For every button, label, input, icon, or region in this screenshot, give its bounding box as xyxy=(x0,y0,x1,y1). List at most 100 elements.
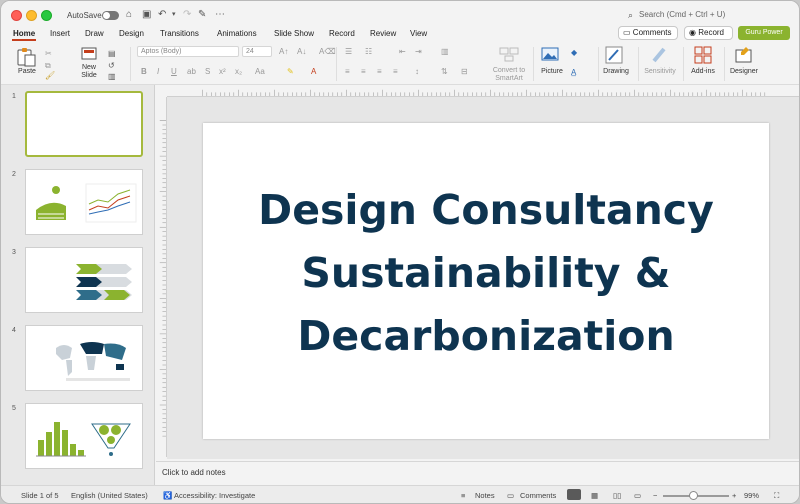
strikethrough-icon[interactable]: ab xyxy=(187,67,196,76)
tab-transitions[interactable]: Transitions xyxy=(160,29,199,38)
tab-insert[interactable]: Insert xyxy=(50,29,70,38)
tab-design[interactable]: Design xyxy=(119,29,144,38)
drawing-icon[interactable] xyxy=(605,46,623,64)
thumbnail-3-preview xyxy=(76,264,132,300)
comments-status-button[interactable]: Comments xyxy=(520,491,556,500)
vertical-ruler xyxy=(158,97,167,457)
sensitivity-icon[interactable] xyxy=(651,46,667,64)
zoom-window-button[interactable] xyxy=(41,10,52,21)
thumbnail-slide-2[interactable] xyxy=(25,169,143,235)
tab-review[interactable]: Review xyxy=(370,29,396,38)
record-button[interactable]: ◉ Record xyxy=(684,26,733,40)
reset-icon[interactable]: ↺ xyxy=(108,61,115,70)
normal-view-icon[interactable] xyxy=(567,489,581,500)
change-case-icon[interactable]: Aa xyxy=(255,67,265,76)
comments-button[interactable]: ▭ Comments xyxy=(618,26,678,40)
align-text-icon[interactable]: ⊟ xyxy=(461,67,468,76)
reading-view-icon[interactable]: ▯▯ xyxy=(613,491,621,500)
undo-dropdown-icon[interactable]: ▾ xyxy=(172,9,176,21)
picture-icon[interactable] xyxy=(541,46,559,62)
font-name-select[interactable]: Aptos (Body) xyxy=(137,46,239,57)
superscript-icon[interactable]: x² xyxy=(219,67,226,76)
accessibility-status[interactable]: Accessibility: Investigate xyxy=(174,491,255,500)
zoom-slider-handle[interactable] xyxy=(689,491,698,500)
record-button-label: Record xyxy=(698,28,725,37)
designer-icon[interactable] xyxy=(735,46,753,64)
undo-icon[interactable]: ↶ xyxy=(158,9,166,21)
text-direction-icon[interactable]: ⇅ xyxy=(441,67,448,76)
align-right-icon[interactable]: ≡ xyxy=(377,67,382,76)
tab-animations[interactable]: Animations xyxy=(217,29,257,38)
autosave-toggle[interactable] xyxy=(102,11,119,20)
close-window-button[interactable] xyxy=(11,10,22,21)
more-icon[interactable]: ⋯ xyxy=(215,9,225,21)
columns-icon[interactable]: ▥ xyxy=(441,47,449,56)
thumbnail-4-preview xyxy=(56,342,130,381)
add-ins-icon[interactable] xyxy=(694,46,712,64)
notes-pane[interactable]: Click to add notes xyxy=(156,461,799,485)
smartart-icon[interactable] xyxy=(499,46,519,62)
clear-formatting-icon[interactable]: A⌫ xyxy=(319,47,336,56)
thumbnail-slide-3[interactable] xyxy=(25,247,143,313)
guru-power-button[interactable]: Guru Power xyxy=(738,26,790,40)
shapes-icon[interactable]: ◆ xyxy=(571,48,577,57)
slide-1[interactable]: Design Consultancy Sustainability & Deca… xyxy=(203,123,769,439)
slide-title-textbox[interactable]: Design Consultancy Sustainability & Deca… xyxy=(203,179,769,368)
format-painter-brush-icon[interactable]: 🖌 xyxy=(45,71,55,80)
slide-show-icon[interactable]: ▭ xyxy=(634,491,641,500)
save-icon[interactable]: ▣ xyxy=(142,9,151,21)
line-spacing-icon[interactable]: ↕ xyxy=(415,67,419,76)
search-input[interactable]: Search (Cmd + Ctrl + U) xyxy=(639,10,725,19)
redo-icon[interactable]: ↷ xyxy=(183,9,191,21)
language-indicator[interactable]: English (United States) xyxy=(71,491,148,500)
decrease-indent-icon[interactable]: ⇤ xyxy=(399,47,406,56)
align-center-icon[interactable]: ≡ xyxy=(361,67,366,76)
accessibility-icon: ♿ xyxy=(163,491,173,500)
tab-view[interactable]: View xyxy=(410,29,427,38)
bullets-icon[interactable]: ☰ xyxy=(345,47,352,56)
font-size-select[interactable]: 24 xyxy=(242,46,272,57)
tab-slide-show[interactable]: Slide Show xyxy=(274,29,314,38)
section-icon[interactable]: ▥ xyxy=(108,72,116,81)
thumbnail-number: 5 xyxy=(12,405,16,412)
increase-indent-icon[interactable]: ⇥ xyxy=(415,47,422,56)
text-box-icon[interactable]: A̲ xyxy=(571,68,576,77)
thumbnail-slide-1[interactable] xyxy=(25,91,143,157)
notes-button[interactable]: Notes xyxy=(475,491,495,500)
thumbnail-5-preview xyxy=(36,422,131,457)
comments-button-label: Comments xyxy=(632,28,672,37)
copy-icon[interactable]: ⧉ xyxy=(45,61,51,71)
tab-home[interactable]: Home xyxy=(13,29,35,38)
decrease-font-icon[interactable]: A↓ xyxy=(297,47,306,56)
numbering-icon[interactable]: ☷ xyxy=(365,47,372,56)
thumbnail-slide-5[interactable] xyxy=(25,403,143,469)
new-slide-label: New Slide xyxy=(81,64,97,79)
align-left-icon[interactable]: ≡ xyxy=(345,67,350,76)
highlight-icon[interactable]: ✎ xyxy=(287,67,294,76)
font-color-icon[interactable]: A xyxy=(311,67,316,76)
cut-icon[interactable]: ✂ xyxy=(45,49,52,58)
justify-icon[interactable]: ≡ xyxy=(393,67,398,76)
italic-icon[interactable]: I xyxy=(157,67,159,76)
home-icon[interactable]: ⌂ xyxy=(126,9,132,21)
paste-icon[interactable] xyxy=(15,47,37,67)
slide-sorter-icon[interactable]: ▦ xyxy=(591,491,598,500)
minimize-window-button[interactable] xyxy=(26,10,37,21)
tab-record[interactable]: Record xyxy=(329,29,355,38)
thumbnail-slide-4[interactable] xyxy=(25,325,143,391)
tab-draw[interactable]: Draw xyxy=(85,29,104,38)
layout-icon[interactable]: ▤ xyxy=(108,49,116,58)
new-slide-icon[interactable] xyxy=(81,47,97,61)
underline-icon[interactable]: U xyxy=(171,67,177,76)
subscript-icon[interactable]: x₂ xyxy=(235,67,242,76)
format-painter-icon[interactable]: ✎ xyxy=(198,9,206,21)
zoom-level[interactable]: 99% xyxy=(744,491,759,500)
bold-icon[interactable]: B xyxy=(141,67,147,76)
record-icon: ◉ xyxy=(689,28,696,37)
zoom-out-icon[interactable]: − xyxy=(653,491,657,500)
divider xyxy=(724,47,725,81)
fit-to-window-icon[interactable]: ⛶ xyxy=(774,491,779,501)
zoom-in-icon[interactable]: + xyxy=(732,491,736,500)
increase-font-icon[interactable]: A↑ xyxy=(279,47,288,56)
shadow-icon[interactable]: S xyxy=(205,67,210,76)
